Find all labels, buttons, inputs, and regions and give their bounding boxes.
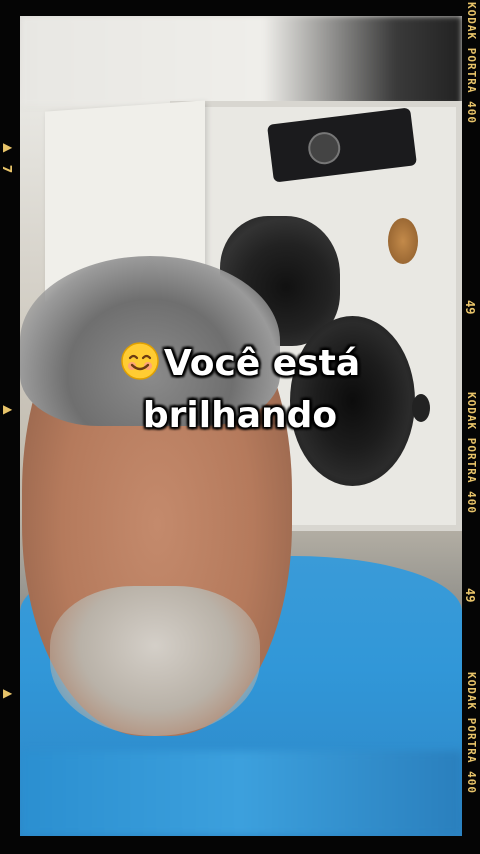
radio-knob — [306, 130, 343, 167]
bass-port — [388, 218, 418, 264]
film-arrow-icon: ▶ — [3, 140, 13, 154]
caption-line-1-text: Você está — [163, 343, 361, 384]
background-wall — [20, 16, 462, 106]
caption-line-1: Você está — [40, 338, 440, 390]
film-frame-number: 49 — [463, 588, 477, 603]
film-frame-number: 49 — [463, 300, 477, 315]
blurred-band — [20, 751, 462, 836]
film-arrow-icon: ▶ — [3, 686, 13, 700]
gray-beard — [50, 586, 260, 736]
caption-line-2: brilhando — [142, 395, 338, 436]
film-frame: KODAK PORTRA 400 49 KODAK PORTRA 400 49 … — [0, 0, 480, 854]
caption-text: Você está brilhando — [40, 338, 440, 442]
film-frame-digit: 7 — [0, 164, 15, 174]
film-brand-mark: KODAK PORTRA 400 — [465, 2, 478, 124]
film-arrow-icon: ▶ — [3, 402, 13, 416]
film-brand-mark: KODAK PORTRA 400 — [465, 672, 478, 794]
film-brand-mark: KODAK PORTRA 400 — [465, 392, 478, 514]
smiling-face-icon — [121, 342, 159, 380]
